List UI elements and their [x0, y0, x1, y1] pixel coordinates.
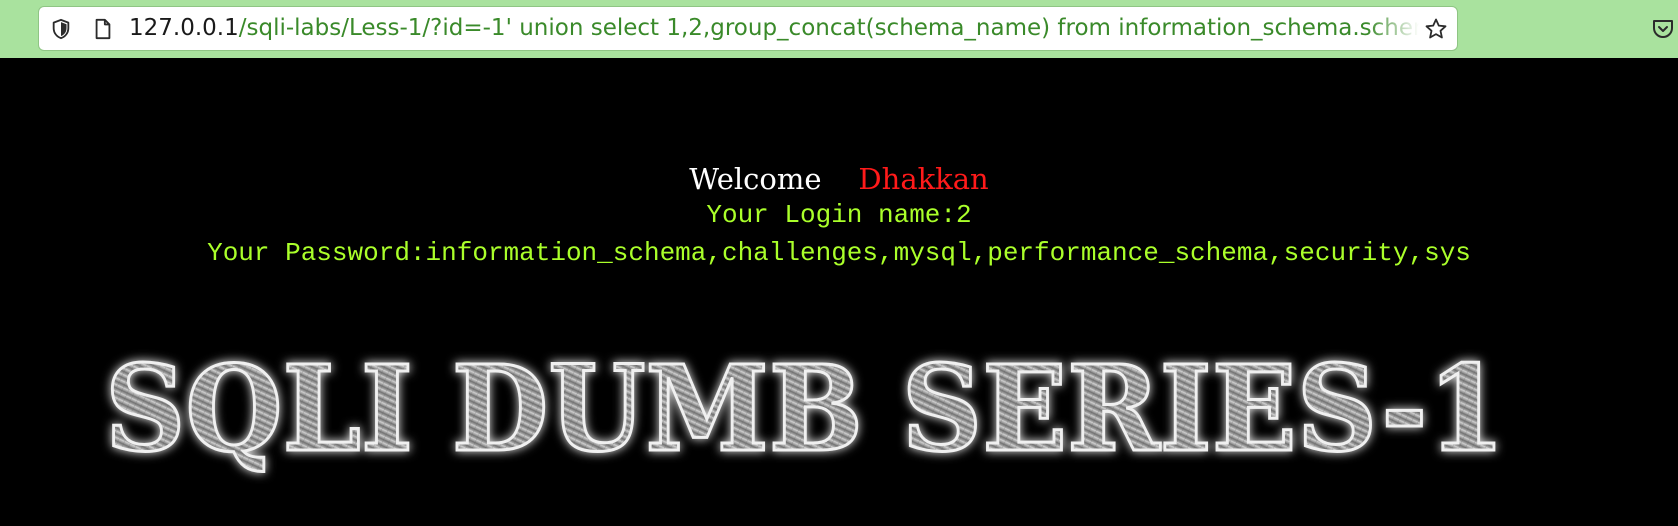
url-path: /sqli-labs/Less-1/?id=-1' union select 1… [238, 15, 1419, 41]
banner-text: SQLI DUMB SERIES-1 [105, 339, 1505, 478]
welcome-name: Dhakkan [858, 162, 989, 196]
page-icon[interactable] [91, 17, 115, 41]
login-name-line: Your Login name:2 [706, 200, 972, 230]
url-text[interactable]: 127.0.0.1/sqli-labs/Less-1/?id=-1' union… [129, 7, 1419, 50]
page-content: Welcome Dhakkan Your Login name:2 Your P… [0, 58, 1678, 526]
browser-toolbar: 127.0.0.1/sqli-labs/Less-1/?id=-1' union… [0, 0, 1678, 58]
password-line: Your Password:information_schema,challen… [207, 238, 1471, 268]
address-bar[interactable]: 127.0.0.1/sqli-labs/Less-1/?id=-1' union… [38, 6, 1458, 51]
series-banner: SQLI DUMB SERIES-1 [104, 338, 1507, 480]
star-icon[interactable] [1423, 16, 1449, 42]
shield-icon[interactable] [49, 17, 73, 41]
welcome-label: Welcome [689, 162, 822, 196]
welcome-row: Welcome Dhakkan [0, 162, 1678, 196]
url-host: 127.0.0.1 [129, 15, 239, 41]
pocket-icon[interactable] [1650, 16, 1676, 42]
